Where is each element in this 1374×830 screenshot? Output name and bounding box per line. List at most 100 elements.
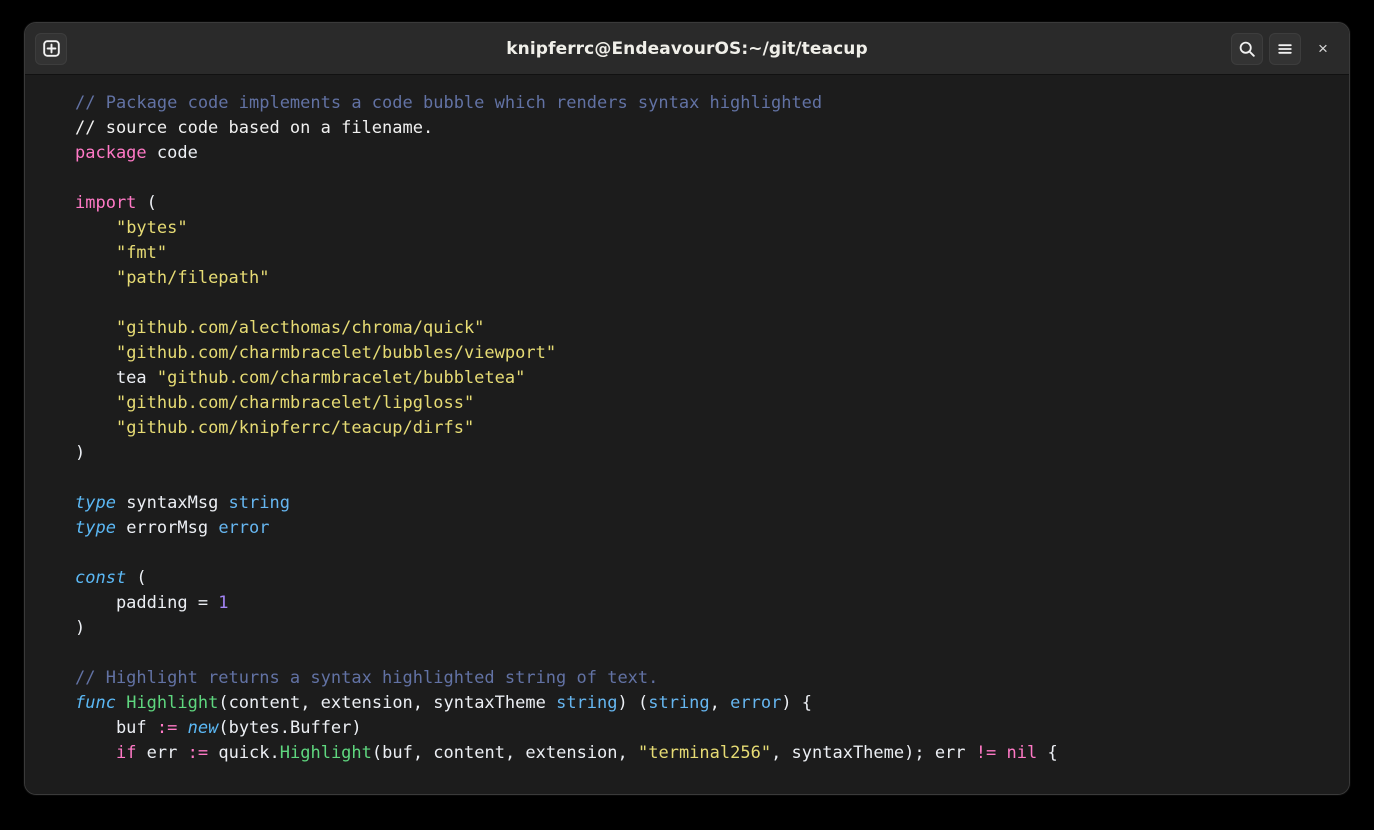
code-token: import	[75, 193, 137, 213]
code-line: const (	[75, 566, 1349, 591]
code-line: type errorMsg error	[75, 516, 1349, 541]
new-tab-button[interactable]	[35, 32, 67, 65]
code-token: nil	[1006, 743, 1038, 763]
code-token: "bytes"	[115, 218, 188, 238]
search-button[interactable]	[1231, 32, 1263, 65]
hamburger-menu-icon	[1276, 40, 1294, 58]
code-token: padding =	[75, 593, 219, 613]
code-token: tea	[75, 368, 157, 388]
code-line: "github.com/charmbracelet/lipgloss"	[75, 391, 1349, 416]
code-token: error	[730, 693, 782, 713]
terminal-body[interactable]: // Package code implements a code bubble…	[25, 75, 1349, 794]
code-token: error	[218, 518, 270, 538]
titlebar-left-controls	[35, 32, 67, 65]
title-bar[interactable]: knipferrc@EndeavourOS:~/git/teacup ×	[25, 23, 1349, 75]
code-token: , syntaxTheme); err	[771, 743, 976, 763]
code-token: new	[187, 718, 219, 738]
code-line: func Highlight(content, extension, synta…	[75, 691, 1349, 716]
code-line: package code	[75, 141, 1349, 166]
code-token: package	[75, 143, 147, 163]
code-token: func	[75, 693, 116, 713]
code-token: "github.com/charmbracelet/bubbles/viewpo…	[115, 343, 557, 363]
code-token: quick.	[208, 743, 280, 763]
code-token: 1	[218, 593, 229, 613]
titlebar-right-controls: ×	[1231, 32, 1339, 65]
code-token: errorMsg	[115, 518, 219, 538]
code-token: "terminal256"	[638, 743, 772, 763]
code-token: (	[136, 193, 157, 213]
code-token: syntaxMsg	[115, 493, 229, 513]
code-line: "github.com/knipferrc/teacup/dirfs"	[75, 416, 1349, 441]
code-token: :=	[187, 743, 209, 763]
code-line: // source code based on a filename.	[75, 116, 1349, 141]
code-line: "bytes"	[75, 216, 1349, 241]
code-token: "fmt"	[115, 243, 168, 263]
code-token: :=	[156, 718, 178, 738]
code-line: "github.com/charmbracelet/bubbles/viewpo…	[75, 341, 1349, 366]
code-token: !=	[975, 743, 997, 763]
code-token: "github.com/charmbracelet/bubbletea"	[156, 368, 526, 388]
new-tab-icon	[42, 40, 60, 57]
code-token: "github.com/knipferrc/teacup/dirfs"	[115, 418, 475, 438]
code-token: string	[228, 493, 290, 513]
code-token: "path/filepath"	[115, 268, 270, 288]
code-token: // Package code implements a code bubble…	[75, 93, 823, 113]
code-token: ,	[709, 693, 731, 713]
code-line: buf := new(bytes.Buffer)	[75, 716, 1349, 741]
code-line: )	[75, 616, 1349, 641]
code-line: "path/filepath"	[75, 266, 1349, 291]
code-token: code	[146, 143, 198, 163]
code-token: type	[75, 518, 116, 538]
code-token: Highlight	[126, 693, 219, 713]
code-token: (bytes.Buffer)	[218, 718, 362, 738]
code-line: padding = 1	[75, 591, 1349, 616]
code-token: (	[126, 568, 147, 588]
code-line: if err := quick.Highlight(buf, content, …	[75, 741, 1349, 766]
code-token: "github.com/charmbracelet/lipgloss"	[115, 393, 475, 413]
code-line: type syntaxMsg string	[75, 491, 1349, 516]
menu-button[interactable]	[1269, 32, 1301, 65]
code-token: )	[75, 618, 86, 638]
terminal-window: knipferrc@EndeavourOS:~/git/teacup × // …	[24, 22, 1350, 795]
code-token: ) (	[617, 693, 649, 713]
search-icon	[1238, 40, 1256, 58]
code-token: string	[648, 693, 710, 713]
code-token: // source code based on a filename.	[75, 118, 434, 138]
code-token: string	[556, 693, 618, 713]
code-token: // Highlight returns a syntax highlighte…	[75, 668, 659, 688]
code-token: ) {	[781, 693, 813, 713]
code-token: )	[75, 443, 86, 463]
code-token: if	[115, 743, 137, 763]
desktop-backdrop: knipferrc@EndeavourOS:~/git/teacup × // …	[0, 0, 1374, 830]
code-view: // Package code implements a code bubble…	[75, 91, 1349, 766]
code-token: buf	[75, 718, 157, 738]
code-token: Highlight	[279, 743, 372, 763]
close-icon: ×	[1318, 39, 1328, 58]
window-title: knipferrc@EndeavourOS:~/git/teacup	[506, 39, 868, 59]
code-line: // Highlight returns a syntax highlighte…	[75, 666, 1349, 691]
code-token: const	[75, 568, 127, 588]
close-button[interactable]: ×	[1307, 33, 1339, 65]
code-token: {	[1037, 743, 1058, 763]
code-line: tea "github.com/charmbracelet/bubbletea"	[75, 366, 1349, 391]
code-token: (buf, content, extension,	[371, 743, 638, 763]
code-line: import (	[75, 191, 1349, 216]
code-line: "fmt"	[75, 241, 1349, 266]
code-token: err	[136, 743, 188, 763]
code-line: "github.com/alecthomas/chroma/quick"	[75, 316, 1349, 341]
